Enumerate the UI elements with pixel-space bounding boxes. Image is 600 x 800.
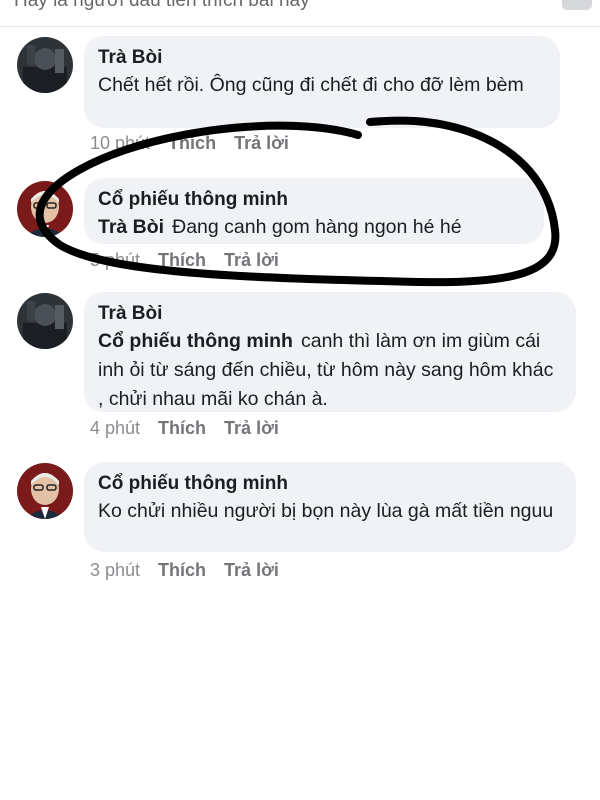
divider — [0, 26, 600, 27]
comment-bubble: Cổ phiếu thông minh Trà Bòi Đang canh gom… — [84, 178, 544, 244]
reply-link[interactable]: Trả lời — [224, 418, 279, 439]
like-link[interactable]: Thích — [158, 250, 206, 271]
like-link[interactable]: Thích — [158, 418, 206, 439]
likes-hint: Hãy là người đầu tiên thích bài này — [14, 0, 310, 11]
like-link[interactable]: Thích — [168, 133, 216, 154]
comment-meta: 5 phút Thích Trả lời — [90, 250, 279, 271]
comment-text: Ko chửi nhiều người bị bọn này lùa gà mấ… — [98, 500, 554, 522]
comment-author[interactable]: Trà Bòi — [98, 301, 560, 327]
comment-meta: 4 phút Thích Trả lời — [90, 418, 279, 439]
comment-time[interactable]: 4 phút — [90, 418, 140, 439]
mention-tag[interactable]: Cổ phiếu thông minh — [98, 330, 293, 352]
comment-meta: 3 phút Thích Trả lời — [90, 560, 279, 581]
like-link[interactable]: Thích — [158, 560, 206, 581]
avatar-dark-icon — [17, 37, 73, 93]
reply-link[interactable]: Trả lời — [224, 560, 279, 581]
avatar-old-man-icon — [17, 463, 73, 519]
comment-time[interactable]: 10 phút — [90, 133, 150, 154]
comment-author[interactable]: Cổ phiếu thông minh — [98, 471, 560, 497]
avatar[interactable] — [17, 293, 73, 349]
comment-author[interactable]: Trà Bòi — [98, 45, 544, 71]
comment-text: Đang canh gom hàng ngon hé hé — [172, 216, 462, 238]
comment-text: Chết hết rồi. Ông cũng đi chết đi cho đỡ… — [98, 74, 524, 96]
mention-tag[interactable]: Trà Bòi — [98, 216, 164, 238]
reply-link[interactable]: Trả lời — [224, 250, 279, 271]
avatar[interactable] — [17, 181, 73, 237]
reply-link[interactable]: Trả lời — [234, 133, 289, 154]
comment-time[interactable]: 3 phút — [90, 560, 140, 581]
comment-meta: 10 phút Thích Trả lời — [90, 133, 289, 154]
avatar-old-man-icon — [17, 181, 73, 237]
like-icon[interactable] — [562, 0, 592, 10]
comment-author[interactable]: Cổ phiếu thông minh — [98, 187, 528, 213]
comment-bubble: Cổ phiếu thông minh Ko chửi nhiều người … — [84, 462, 576, 552]
avatar[interactable] — [17, 37, 73, 93]
comment-time[interactable]: 5 phút — [90, 250, 140, 271]
avatar-dark-icon — [17, 293, 73, 349]
avatar[interactable] — [17, 463, 73, 519]
comment-bubble: Trà Bòi Cổ phiếu thông minh canh thì làm … — [84, 292, 576, 412]
comment-bubble: Trà Bòi Chết hết rồi. Ông cũng đi chết đ… — [84, 36, 560, 128]
